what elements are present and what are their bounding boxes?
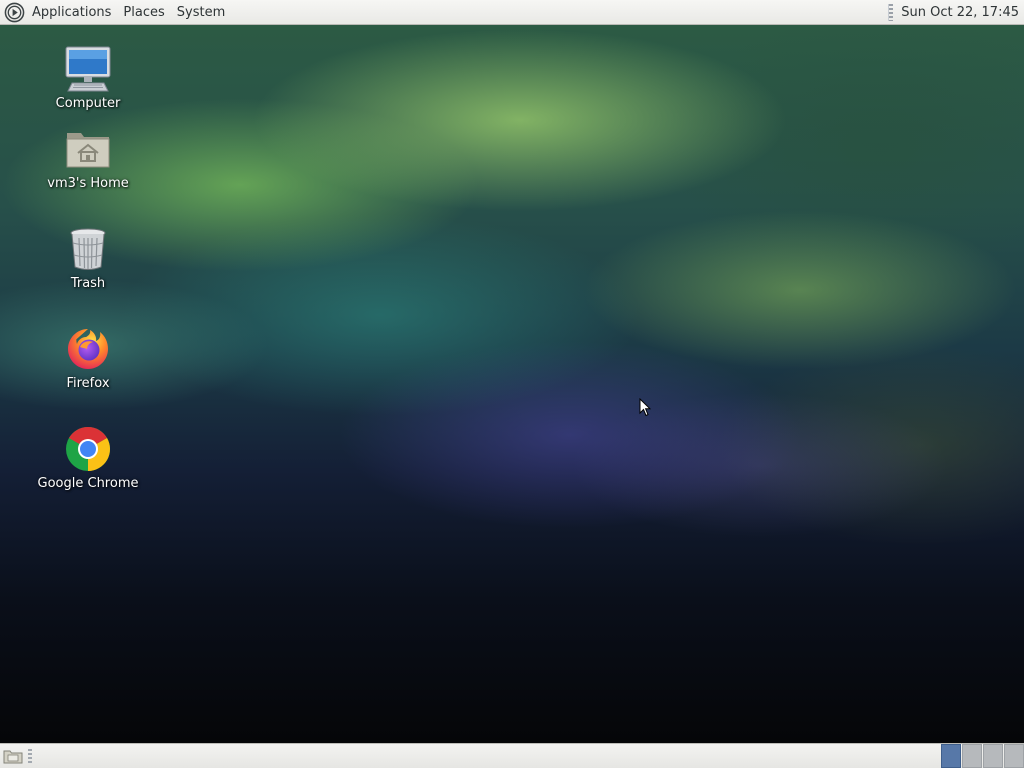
- system-menu-label: System: [176, 4, 226, 20]
- system-menu[interactable]: System: [171, 0, 231, 25]
- desktop-icon-trash[interactable]: Trash: [18, 225, 158, 291]
- desktop-icon-home[interactable]: vm3's Home: [18, 125, 158, 191]
- clock[interactable]: Sun Oct 22, 17:45: [901, 5, 1024, 20]
- firefox-icon: [68, 329, 108, 369]
- desktop-icon-firefox[interactable]: Firefox: [18, 325, 158, 391]
- computer-icon: [65, 46, 111, 92]
- workspace-3[interactable]: [983, 744, 1003, 768]
- places-menu-label: Places: [123, 4, 165, 20]
- desktop-icon-label: Firefox: [66, 376, 110, 391]
- workspace-1[interactable]: [941, 744, 961, 768]
- desktop-background[interactable]: Computer vm3's Home Trash Firefox Google…: [0, 25, 1024, 743]
- home-folder-icon: [66, 133, 110, 168]
- mouse-pointer-icon: [639, 398, 651, 417]
- places-menu[interactable]: Places: [117, 0, 170, 25]
- workspace-4[interactable]: [1004, 744, 1024, 768]
- bottom-panel: [0, 743, 1024, 768]
- desktop-icon-label: vm3's Home: [47, 176, 129, 191]
- workspace-2[interactable]: [962, 744, 982, 768]
- desktop-icon-chrome[interactable]: Google Chrome: [18, 425, 158, 491]
- desktop-icon-label: Google Chrome: [37, 476, 139, 491]
- top-panel: Applications Places System Sun Oct 22, 1…: [0, 0, 1024, 25]
- chrome-icon: [66, 427, 110, 471]
- panel-handle-icon[interactable]: [888, 3, 894, 21]
- desktop-icon-label: Trash: [70, 276, 106, 291]
- trash-icon: [70, 228, 106, 270]
- distro-logo-icon: [4, 2, 25, 22]
- applications-menu[interactable]: Applications: [0, 0, 117, 25]
- show-desktop-icon[interactable]: [3, 748, 23, 764]
- desktop-icon-computer[interactable]: Computer: [18, 45, 158, 111]
- workspace-switcher: [940, 744, 1024, 768]
- bottom-panel-handle-icon[interactable]: [28, 749, 32, 764]
- applications-menu-label: Applications: [32, 4, 112, 20]
- desktop-icon-label: Computer: [55, 96, 121, 111]
